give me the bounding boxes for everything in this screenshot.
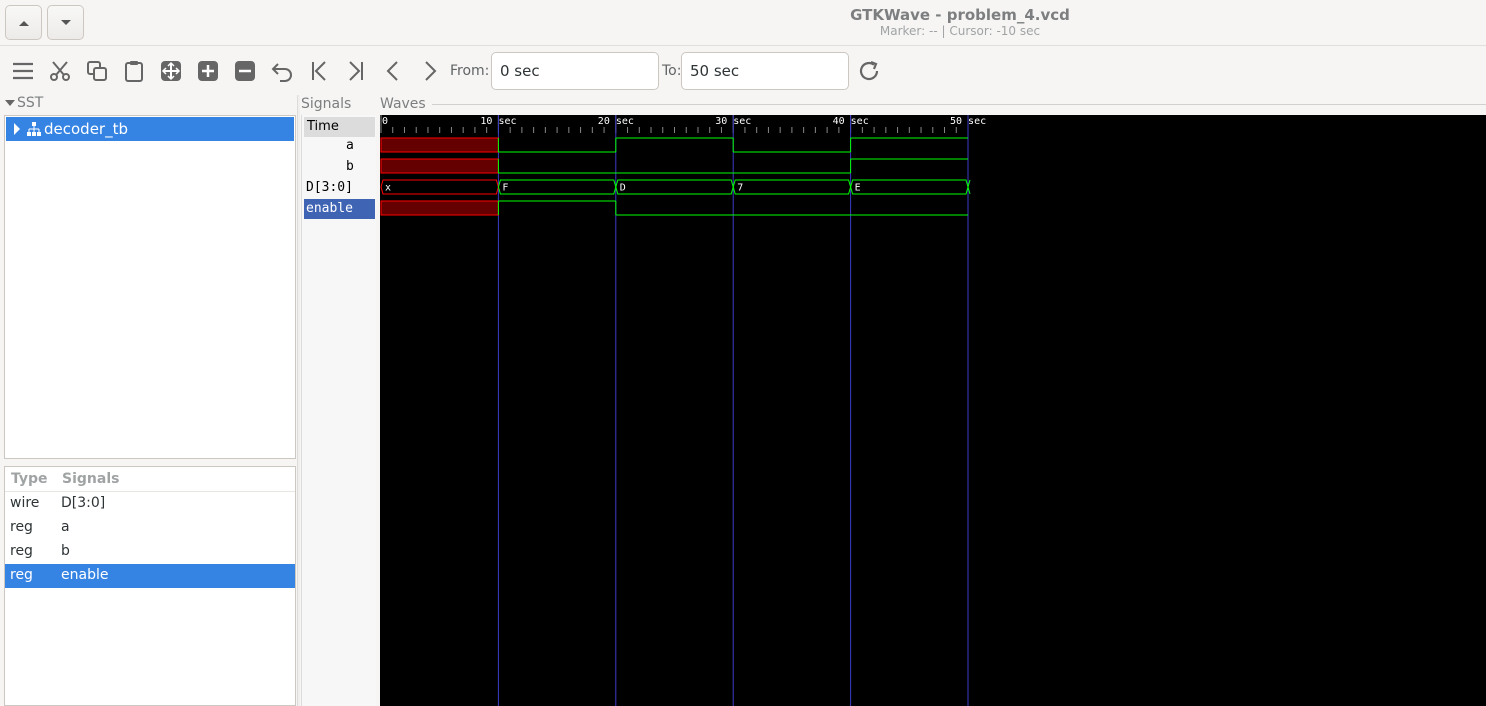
unknown-value-region <box>380 158 499 174</box>
to-time-input[interactable]: 50 sec <box>681 52 849 90</box>
signal-entry-b[interactable]: b <box>304 157 375 177</box>
sst-header-label: SST <box>17 95 44 111</box>
copy-button[interactable] <box>83 57 111 85</box>
signal-name: enable <box>61 567 109 583</box>
window-title: GTKWave - problem_4.vcd <box>850 6 1070 24</box>
bus-value-segment <box>615 179 734 195</box>
zoom-in-icon <box>198 61 218 81</box>
bus-value-label: F <box>502 183 508 194</box>
go-to-end-button[interactable] <box>342 57 370 85</box>
go-to-start-button[interactable] <box>305 57 333 85</box>
pane-separator[interactable] <box>297 95 300 706</box>
waveform-svg: 0 10 sec 20 sec 30 sec 40 sec 50 sec x F D 7 E <box>380 115 986 706</box>
window-subtitle: Marker: -- | Cursor: -10 sec <box>879 24 1041 38</box>
signal-row[interactable]: reg b <box>5 540 295 564</box>
chevron-left-icon <box>386 61 398 81</box>
scroll-down-button[interactable] <box>47 5 84 40</box>
signal-entry-a[interactable]: a <box>304 136 375 156</box>
waves-header: Waves <box>380 96 426 112</box>
sst-header[interactable]: SST <box>5 95 43 111</box>
waveform-canvas[interactable]: 0 10 sec 20 sec 30 sec 40 sec 50 sec x F D 7 E <box>380 115 1486 706</box>
scroll-up-button[interactable] <box>5 5 42 40</box>
zoom-out-icon <box>235 61 255 81</box>
collapse-triangle-icon <box>5 100 15 106</box>
bus-value-segment <box>380 179 499 195</box>
copy-icon <box>87 61 107 81</box>
signal-row-selected[interactable]: reg enable <box>5 564 295 588</box>
bus-value-label: D <box>620 183 626 194</box>
signal-type: reg <box>10 567 33 583</box>
zoom-in-button[interactable] <box>194 57 222 85</box>
from-label: From: <box>450 63 490 79</box>
paste-button[interactable] <box>120 57 148 85</box>
signal-entry-d[interactable]: D[3:0] <box>304 178 375 198</box>
signals-pane[interactable]: Time a b D[3:0] enable <box>301 115 376 706</box>
header-bar: GTKWave - problem_4.vcd Marker: -- | Cur… <box>0 0 1486 46</box>
bus-value-label: E <box>855 183 861 194</box>
tree-item-label: decoder_tb <box>44 120 128 138</box>
time-marker-label: 0 <box>382 116 388 127</box>
signal-type-list[interactable]: Type Signals wire D[3:0] reg a reg b reg… <box>4 466 296 706</box>
clipboard-icon <box>125 61 143 82</box>
skip-forward-icon <box>349 61 363 81</box>
gtkwave-window: GTKWave - problem_4.vcd Marker: -- | Cur… <box>0 0 1486 706</box>
reload-button[interactable] <box>855 57 883 85</box>
next-edge-button[interactable] <box>416 57 444 85</box>
signal-name: a <box>61 519 70 535</box>
time-marker-label: 10 sec <box>480 116 516 127</box>
to-label: To: <box>662 63 682 79</box>
reload-icon <box>859 60 879 81</box>
unknown-value-region <box>380 137 499 153</box>
time-marker-label: 20 sec <box>598 116 634 127</box>
chevron-up-icon <box>18 20 29 26</box>
signal-row[interactable]: wire D[3:0] <box>5 492 295 516</box>
signal-entry-enable[interactable]: enable <box>304 199 375 219</box>
signal-type: wire <box>10 495 40 511</box>
skip-backward-icon <box>312 61 326 81</box>
from-time-input[interactable]: 0 sec <box>491 52 659 90</box>
signal-name: D[3:0] <box>61 495 106 511</box>
tree-item-decoder-tb[interactable]: decoder_tb <box>6 117 294 141</box>
undo-icon <box>271 63 292 82</box>
time-marker-label: 30 sec <box>715 116 751 127</box>
zoom-fit-button[interactable] <box>157 57 185 85</box>
bus-value-label: x <box>385 183 391 194</box>
time-label: Time <box>304 117 375 137</box>
toolbar: From: 0 sec To: 50 sec <box>0 47 1486 94</box>
zoom-fit-icon <box>161 61 181 81</box>
expand-arrow-icon[interactable] <box>14 123 20 135</box>
bus-value-label: 7 <box>737 183 743 194</box>
hierarchy-icon <box>27 122 41 136</box>
signal-type: reg <box>10 519 33 535</box>
chevron-right-icon <box>425 61 437 81</box>
signal-type: reg <box>10 543 33 559</box>
zoom-out-button[interactable] <box>231 57 259 85</box>
waves-header-rule <box>432 104 1486 105</box>
chevron-down-icon <box>60 19 71 25</box>
column-header-signals[interactable]: Signals <box>62 471 119 487</box>
bus-value-segment <box>732 179 852 195</box>
signals-header: Signals <box>301 96 352 112</box>
menu-button[interactable] <box>9 57 37 85</box>
signal-row[interactable]: reg a <box>5 516 295 540</box>
cut-button[interactable] <box>46 57 74 85</box>
column-header-type[interactable]: Type <box>11 471 48 487</box>
unknown-value-region <box>380 200 499 216</box>
bus-value-segment <box>850 179 969 195</box>
time-marker-label: 40 sec <box>833 116 869 127</box>
signal-name: b <box>61 543 70 559</box>
hamburger-menu-icon <box>13 62 33 80</box>
signal-list-header: Type Signals <box>5 467 295 492</box>
time-marker-label: 50 sec <box>950 116 986 127</box>
undo-button[interactable] <box>268 57 296 85</box>
bus-value-segment <box>497 179 617 195</box>
sst-tree[interactable]: decoder_tb <box>4 115 296 459</box>
scissors-icon <box>50 61 70 81</box>
previous-edge-button[interactable] <box>379 57 407 85</box>
